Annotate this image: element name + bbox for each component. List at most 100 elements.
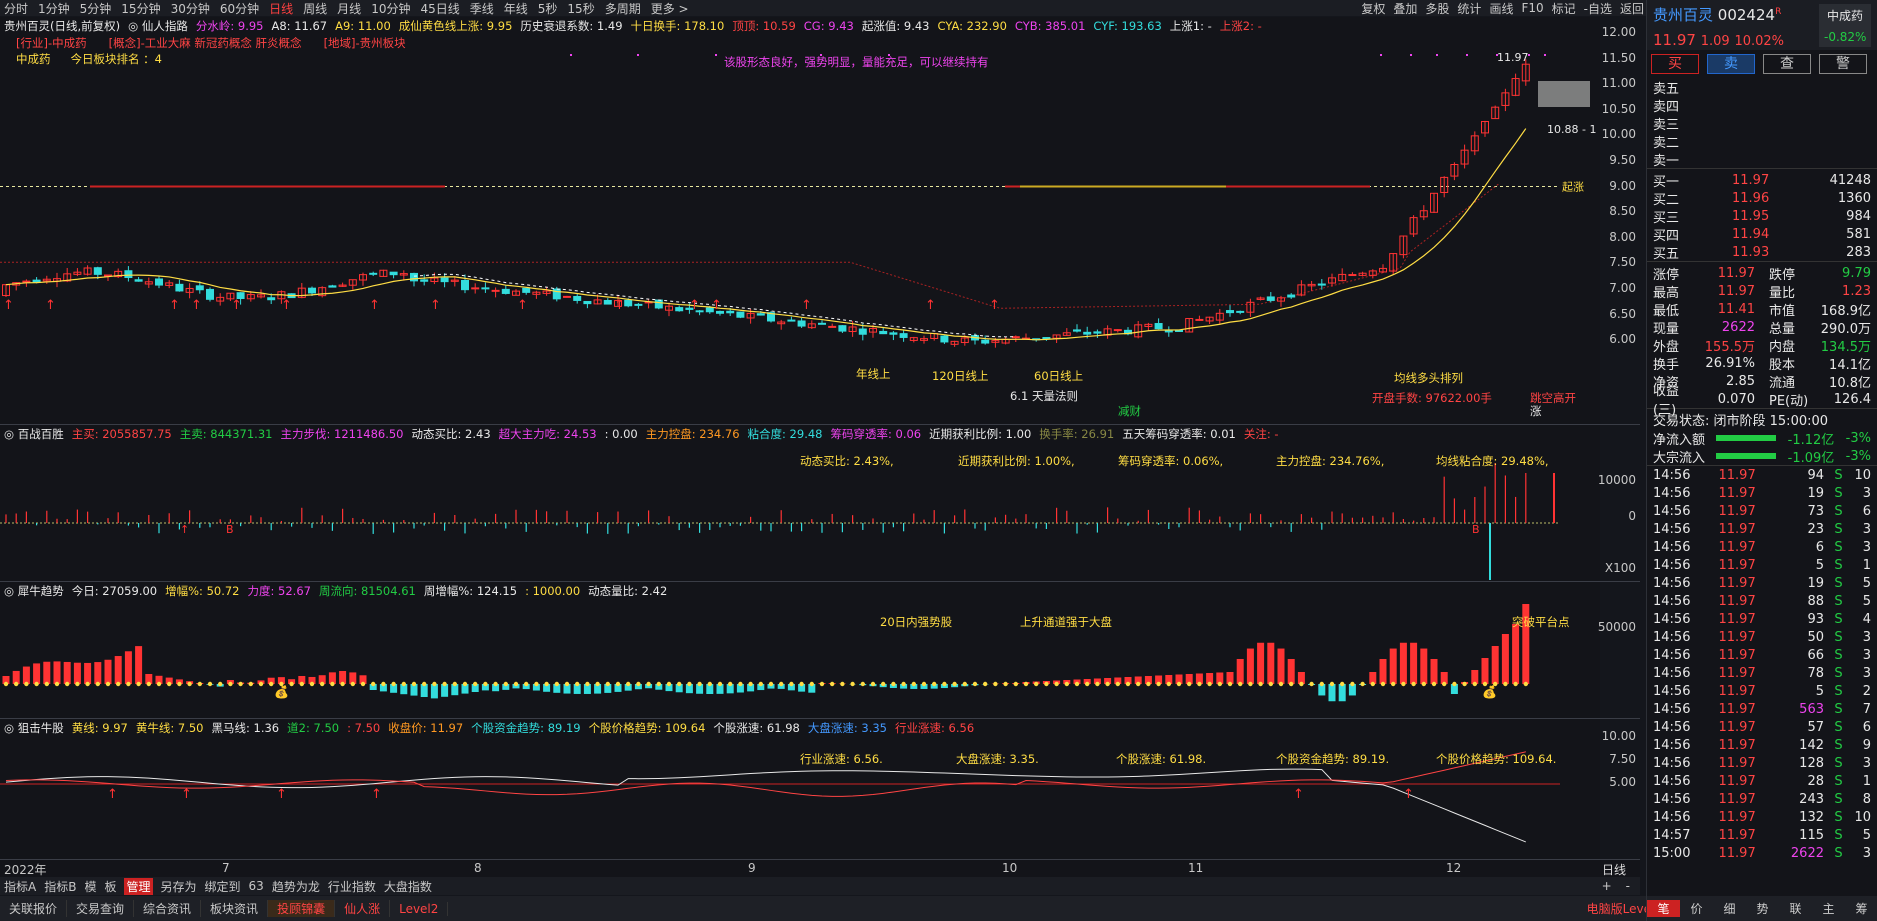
candle[interactable] bbox=[940, 335, 949, 344]
function-tab[interactable]: 综合资讯 bbox=[134, 900, 202, 917]
period-tab[interactable]: 年线 bbox=[504, 0, 528, 17]
indicator-tab[interactable]: 63 bbox=[249, 879, 264, 893]
candle[interactable] bbox=[1481, 120, 1489, 137]
candle[interactable] bbox=[1389, 252, 1398, 275]
candle[interactable] bbox=[114, 268, 123, 279]
candle[interactable] bbox=[338, 282, 347, 288]
quote-tab[interactable]: 筹 bbox=[1845, 900, 1877, 917]
ask-row[interactable]: 卖一 bbox=[1647, 150, 1877, 169]
candle[interactable] bbox=[1164, 326, 1173, 337]
indicator-tab[interactable]: 管理 bbox=[124, 877, 153, 895]
jjnc-panel[interactable]: ◎ 狙击牛股 黄线: 9.97 黄牛线: 7.50 黑马线: 1.36 道2: 7.50… bbox=[0, 719, 1600, 859]
candle[interactable] bbox=[124, 266, 133, 282]
candle[interactable] bbox=[1409, 215, 1418, 238]
quote-tab[interactable]: 联 bbox=[1779, 900, 1812, 917]
candle[interactable] bbox=[807, 320, 816, 329]
period-tab[interactable]: 45日线 bbox=[420, 0, 459, 17]
candle[interactable] bbox=[2, 283, 10, 298]
quote-tab[interactable]: 价 bbox=[1680, 900, 1713, 917]
candle[interactable] bbox=[83, 265, 92, 276]
candle[interactable] bbox=[1277, 295, 1285, 307]
period-tab[interactable]: 15秒 bbox=[567, 0, 594, 17]
candle[interactable] bbox=[1338, 268, 1347, 282]
candle[interactable] bbox=[440, 273, 449, 288]
candle[interactable] bbox=[1297, 280, 1306, 297]
candle[interactable] bbox=[461, 274, 469, 294]
period-tab[interactable]: 60分钟 bbox=[220, 0, 259, 17]
period-tab[interactable]: 5分钟 bbox=[80, 0, 112, 17]
candle[interactable] bbox=[981, 335, 990, 345]
trade-action-button[interactable]: 卖 bbox=[1707, 54, 1755, 74]
candle[interactable] bbox=[1348, 272, 1357, 277]
candle[interactable] bbox=[1103, 325, 1112, 339]
candle[interactable] bbox=[1205, 316, 1214, 324]
ask-row[interactable]: 卖五 bbox=[1647, 78, 1877, 97]
candle[interactable] bbox=[1001, 336, 1010, 345]
candle[interactable] bbox=[522, 287, 531, 295]
candle[interactable] bbox=[583, 300, 592, 309]
candle[interactable] bbox=[1195, 315, 1204, 321]
candle[interactable] bbox=[542, 287, 551, 296]
bid-row[interactable]: 买一 11.97 41248 bbox=[1647, 171, 1877, 190]
candle[interactable] bbox=[1450, 162, 1459, 181]
candle[interactable] bbox=[348, 279, 357, 290]
period-tab[interactable]: 周线 bbox=[303, 0, 327, 17]
candle[interactable] bbox=[1470, 131, 1479, 156]
candle[interactable] bbox=[1328, 273, 1336, 287]
candle[interactable] bbox=[1226, 305, 1234, 317]
zoom-button[interactable]: + bbox=[1602, 879, 1612, 893]
candle[interactable] bbox=[1144, 322, 1153, 331]
candle[interactable] bbox=[1287, 293, 1296, 299]
function-tab[interactable]: 板块资讯 bbox=[201, 900, 269, 917]
candle[interactable] bbox=[512, 289, 520, 296]
indicator-tab[interactable]: 另存为 bbox=[161, 878, 197, 895]
period-tab[interactable]: 5秒 bbox=[538, 0, 558, 17]
period-tab[interactable]: 30分钟 bbox=[171, 0, 210, 17]
candle[interactable] bbox=[1491, 105, 1500, 120]
candle[interactable] bbox=[491, 287, 500, 298]
trade-action-button[interactable]: 查 bbox=[1763, 54, 1811, 74]
tick-list[interactable]: 14:56 11.97 94 S 10 14:56 11.97 19 S 3 14:56 11.97 7… bbox=[1647, 466, 1877, 862]
quote-tab[interactable]: 主 bbox=[1812, 900, 1845, 917]
period-tab[interactable]: 15分钟 bbox=[121, 0, 160, 17]
toolbar-button[interactable]: -自选 bbox=[1584, 0, 1612, 17]
period-tab[interactable]: 更多 > bbox=[651, 0, 689, 17]
candle[interactable] bbox=[53, 272, 61, 288]
ask-row[interactable]: 卖四 bbox=[1647, 96, 1877, 115]
candle[interactable] bbox=[573, 294, 582, 304]
toolbar-button[interactable]: 画线 bbox=[1489, 0, 1513, 17]
period-tab[interactable]: 1分钟 bbox=[38, 0, 70, 17]
candle[interactable] bbox=[563, 295, 571, 298]
candle[interactable] bbox=[950, 340, 959, 347]
period-tab[interactable]: 分时 bbox=[4, 0, 28, 17]
period-tab[interactable]: 月线 bbox=[337, 0, 361, 17]
candle[interactable] bbox=[206, 287, 214, 302]
function-tab[interactable]: 仙人涨 bbox=[335, 900, 391, 917]
candle[interactable] bbox=[104, 274, 112, 281]
function-tab[interactable]: 交易查询 bbox=[67, 900, 135, 917]
candle[interactable] bbox=[777, 319, 786, 330]
candle[interactable] bbox=[1134, 321, 1143, 339]
candle[interactable] bbox=[134, 276, 143, 282]
candle[interactable] bbox=[532, 290, 541, 299]
bid-row[interactable]: 买二 11.96 1360 bbox=[1647, 189, 1877, 208]
candle[interactable] bbox=[1093, 329, 1102, 338]
candle[interactable] bbox=[359, 272, 367, 286]
candle[interactable] bbox=[1175, 329, 1183, 332]
indicator-tab[interactable]: 行业指数 bbox=[328, 878, 376, 895]
zoom-button[interactable]: - bbox=[1626, 879, 1630, 893]
candle[interactable] bbox=[920, 335, 928, 344]
candle[interactable] bbox=[1379, 264, 1387, 273]
xnqs-panel[interactable]: ◎ 犀牛趋势 今日: 27059.00 增幅%: 50.72 力度: 52.67 周流向… bbox=[0, 582, 1600, 718]
bid-row[interactable]: 买五 11.93 283 bbox=[1647, 243, 1877, 262]
candle[interactable] bbox=[1154, 318, 1163, 330]
candle[interactable] bbox=[369, 271, 378, 277]
bid-row[interactable]: 买四 11.94 581 bbox=[1647, 225, 1877, 244]
candle[interactable] bbox=[879, 327, 888, 335]
candle[interactable] bbox=[481, 282, 490, 293]
toolbar-button[interactable]: 多股 bbox=[1425, 0, 1449, 17]
toolbar-button[interactable]: 统计 bbox=[1457, 0, 1481, 17]
candle[interactable] bbox=[379, 269, 388, 277]
candle[interactable] bbox=[736, 311, 745, 319]
candle[interactable] bbox=[1368, 269, 1377, 279]
